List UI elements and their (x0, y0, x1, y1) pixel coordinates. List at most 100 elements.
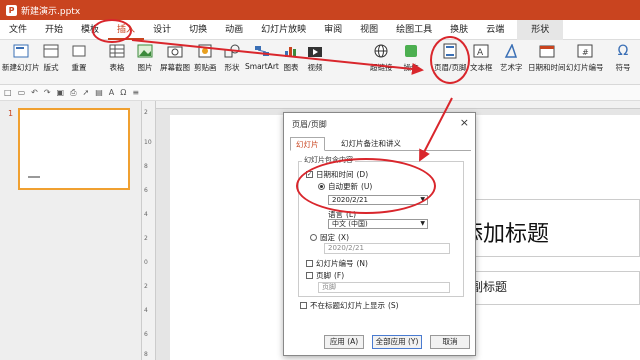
footer-text-field[interactable]: 页脚 (318, 282, 450, 293)
slide-number-checkbox[interactable] (306, 260, 313, 267)
textbox-icon: A (472, 42, 490, 60)
slide-number-row: 幻灯片编号 (N) (306, 258, 368, 269)
redo-icon[interactable]: ↷ (44, 88, 51, 97)
vruler-tick: 10 (144, 139, 152, 146)
new-slide-label: 新建幻灯片 (2, 63, 40, 72)
annotation-circle-datetime (296, 158, 436, 214)
tab-design[interactable]: 设计 (144, 20, 180, 40)
video-icon (306, 42, 324, 60)
fixed-date-value: 2020/2/21 (328, 244, 364, 252)
tab-animation[interactable]: 动画 (216, 20, 252, 40)
tab-drawing-tools[interactable]: 绘图工具 (387, 20, 441, 40)
tab-home[interactable]: 开始 (36, 20, 72, 40)
fixed-row: 固定 (X) (310, 232, 349, 243)
textbox-button[interactable]: A 文本框 (470, 42, 493, 73)
slide-thumbnail[interactable] (18, 108, 130, 190)
open-folder-icon[interactable]: ▭ (18, 88, 26, 97)
tab-review[interactable]: 审阅 (315, 20, 351, 40)
no-title-label: 不在标题幻灯片上显示 (310, 301, 385, 310)
reset-button[interactable]: 重置 (70, 42, 88, 73)
date-time-button[interactable]: 日期和时间 (528, 42, 566, 73)
hyperlink-button[interactable]: 超链接 (370, 42, 393, 73)
action-button[interactable]: 操作 (402, 42, 420, 73)
apply-all-label: 全部应用 (375, 337, 406, 346)
textbox-label: 文本框 (470, 63, 493, 72)
app-icon: P (6, 4, 17, 16)
clipart-button[interactable]: 剪贴画 (194, 42, 217, 73)
slide-number-option-label: 幻灯片编号 (316, 259, 354, 268)
window-title: 新建演示.pptx (21, 6, 81, 17)
no-title-row: 不在标题幻灯片上显示 (S) (300, 300, 399, 311)
cursor-icon[interactable]: ➚ (83, 88, 90, 97)
apply-label: 应用 (329, 337, 345, 346)
apply-all-key: (Y) (407, 337, 419, 346)
tab-file[interactable]: 文件 (0, 20, 36, 40)
header-footer-dialog: 页眉/页脚 × 幻灯片 幻灯片备注和讲义 幻灯片包含内容 ✓ 日期和时间 (D)… (283, 112, 476, 356)
table-button[interactable]: 表格 (108, 42, 126, 73)
new-slide-button[interactable]: 新建幻灯片 (2, 42, 40, 73)
fixed-label: 固定 (320, 233, 335, 242)
video-button[interactable]: 视频 (306, 42, 324, 73)
table-icon (108, 42, 126, 60)
tab-slideshow[interactable]: 幻灯片放映 (252, 20, 315, 40)
tab-transition[interactable]: 切换 (180, 20, 216, 40)
table-label: 表格 (109, 63, 125, 72)
apply-button[interactable]: 应用 (A) (324, 335, 364, 349)
undo-icon[interactable]: ↶ (31, 88, 38, 97)
slide-number-label: 幻灯片编号 (566, 63, 604, 72)
align-icon[interactable]: ≡ (132, 88, 139, 97)
save-icon[interactable]: ▣ (57, 88, 65, 97)
hyperlink-label: 超链接 (370, 63, 393, 72)
wordart-label: 艺术字 (500, 63, 523, 72)
calendar-icon (538, 42, 556, 60)
footer-key: (F) (334, 271, 345, 280)
footer-placeholder: 页脚 (322, 283, 336, 291)
action-icon (402, 42, 420, 60)
tab-cloud[interactable]: 云端 (477, 20, 513, 40)
svg-text:A: A (477, 48, 484, 58)
tab-view[interactable]: 视图 (351, 20, 387, 40)
chart-label: 图表 (283, 63, 299, 72)
language-select[interactable]: 中文 (中国) ▼ (328, 219, 428, 229)
footer-checkbox[interactable] (306, 272, 313, 279)
ribbon: 新建幻灯片 版式 重置 表格 图片 屏幕截图 剪贴画 形状 SmartArt 图… (0, 40, 640, 85)
cancel-button[interactable]: 取消 (430, 335, 470, 349)
symbol-button[interactable]: Ω 符号 (614, 42, 632, 73)
tab-slide[interactable]: 幻灯片 (290, 137, 325, 151)
smartart-button[interactable]: SmartArt (245, 42, 279, 71)
chart-button[interactable]: 图表 (282, 42, 300, 73)
fixed-date-field[interactable]: 2020/2/21 (324, 243, 450, 254)
quick-toolbar: □ ▭ ↶ ↷ ▣ ⎙ ➚ ▤ A Ω ≡ (0, 85, 640, 101)
screenshot-button[interactable]: 屏幕截图 (160, 42, 190, 73)
svg-text:#: # (582, 48, 589, 57)
format-icon[interactable]: ▤ (95, 88, 103, 97)
picture-icon (136, 42, 154, 60)
picture-button[interactable]: 图片 (136, 42, 154, 73)
wordart-button[interactable]: 艺术字 (500, 42, 523, 73)
camera-icon (166, 42, 184, 60)
layout-label: 版式 (43, 63, 59, 72)
vruler-tick: 6 (144, 331, 148, 338)
fixed-radio[interactable] (310, 234, 317, 241)
omega-icon: Ω (617, 43, 629, 59)
globe-icon (372, 42, 390, 60)
shape-button[interactable]: 形状 (223, 42, 241, 73)
tab-shape[interactable]: 形状 (517, 19, 564, 40)
print-icon[interactable]: ⎙ (70, 88, 76, 98)
date-time-label: 日期和时间 (528, 63, 566, 72)
omega-small-icon[interactable]: Ω (120, 88, 126, 97)
no-title-checkbox[interactable] (300, 302, 307, 309)
clipart-label: 剪贴画 (194, 63, 217, 72)
vruler-tick: 0 (144, 259, 148, 266)
dialog-tabs: 幻灯片 幻灯片备注和讲义 (290, 137, 471, 151)
smartart-icon (253, 42, 271, 60)
close-icon[interactable]: × (460, 116, 469, 129)
vruler-tick: 2 (144, 283, 148, 290)
layout-button[interactable]: 版式 (42, 42, 60, 73)
new-file-icon[interactable]: □ (4, 88, 12, 97)
slide-number-button[interactable]: # 幻灯片编号 (566, 42, 604, 73)
apply-all-button[interactable]: 全部应用 (Y) (372, 335, 422, 349)
tab-notes-handouts[interactable]: 幻灯片备注和讲义 (336, 137, 406, 151)
font-icon[interactable]: A (109, 88, 114, 97)
layout-icon (42, 42, 60, 60)
